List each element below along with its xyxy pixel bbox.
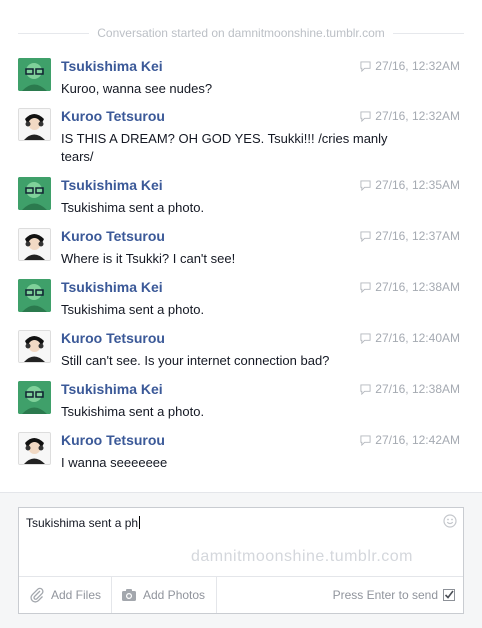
- divider: [392, 32, 465, 34]
- sender-name[interactable]: Kuroo Tetsurou: [61, 108, 165, 124]
- checkbox-icon[interactable]: [443, 589, 455, 601]
- message: Tsukishima Kei 27/16, 12:38AM Tsukishima…: [18, 381, 460, 429]
- sender-name[interactable]: Tsukishima Kei: [61, 177, 163, 193]
- composer-toolbar: Add Files Add Photos Press Enter to send: [19, 576, 463, 613]
- timestamp-text: 27/16, 12:38AM: [375, 382, 460, 396]
- timestamp-text: 27/16, 12:40AM: [375, 331, 460, 345]
- timestamp-text: 27/16, 12:38AM: [375, 280, 460, 294]
- message-text: Still can't see. Is your internet connec…: [61, 353, 330, 368]
- message-text: Tsukishima sent a photo.: [61, 404, 205, 419]
- timestamp-text: 27/16, 12:35AM: [375, 178, 460, 192]
- speech-bubble-icon: [360, 60, 371, 72]
- avatar-tsukishima[interactable]: [18, 279, 51, 312]
- speech-bubble-icon: [360, 332, 371, 344]
- speech-bubble-icon: [360, 110, 371, 122]
- timestamp: 27/16, 12:38AM: [360, 381, 460, 397]
- message-text: Where is it Tsukki? I can't see!: [61, 251, 236, 266]
- timestamp: 27/16, 12:35AM: [360, 177, 460, 193]
- message: Kuroo Tetsurou 27/16, 12:40AM Still can'…: [18, 330, 460, 378]
- message-input-value: Tsukishima sent a ph: [26, 516, 139, 530]
- timestamp-text: 27/16, 12:32AM: [375, 59, 460, 73]
- conversation-started-text: Conversation started on damnitmoonshine.…: [97, 26, 385, 40]
- speech-bubble-icon: [360, 281, 371, 293]
- composer-area: Tsukishima sent a ph damnitmoonshine.tum…: [0, 492, 482, 628]
- message-input[interactable]: Tsukishima sent a ph: [26, 516, 141, 530]
- message-text: Tsukishima sent a photo.: [61, 200, 205, 215]
- paperclip-icon: [30, 587, 44, 603]
- message-text: I wanna seeeeeee: [61, 455, 168, 470]
- avatar-kuroo[interactable]: [18, 432, 51, 465]
- avatar-kuroo[interactable]: [18, 330, 51, 363]
- smiley-icon[interactable]: [443, 514, 457, 528]
- timestamp-text: 27/16, 12:37AM: [375, 229, 460, 243]
- send-hint-label: Press Enter to send: [332, 588, 438, 602]
- conversation-header: Conversation started on damnitmoonshine.…: [18, 25, 465, 41]
- watermark-text: damnitmoonshine.tumblr.com: [191, 548, 413, 565]
- press-enter-to-send-toggle[interactable]: Press Enter to send: [333, 577, 455, 613]
- divider: [216, 577, 217, 613]
- speech-bubble-icon: [360, 383, 371, 395]
- speech-bubble-icon: [360, 179, 371, 191]
- divider: [18, 32, 90, 34]
- add-photos-button[interactable]: Add Photos: [121, 577, 205, 613]
- message: Kuroo Tetsurou 27/16, 12:42AM I wanna se…: [18, 432, 460, 480]
- divider: [111, 577, 112, 613]
- message: Kuroo Tetsurou 27/16, 12:32AM IS THIS A …: [18, 108, 460, 164]
- sender-name[interactable]: Kuroo Tetsurou: [61, 432, 165, 448]
- timestamp: 27/16, 12:38AM: [360, 279, 460, 295]
- sender-name[interactable]: Tsukishima Kei: [61, 279, 163, 295]
- timestamp: 27/16, 12:32AM: [360, 58, 460, 74]
- timestamp: 27/16, 12:40AM: [360, 330, 460, 346]
- text-caret: [139, 516, 141, 529]
- message: Tsukishima Kei 27/16, 12:35AM Tsukishima…: [18, 177, 460, 225]
- sender-name[interactable]: Tsukishima Kei: [61, 58, 163, 74]
- avatar-tsukishima[interactable]: [18, 177, 51, 210]
- timestamp-text: 27/16, 12:42AM: [375, 433, 460, 447]
- avatar-kuroo[interactable]: [18, 108, 51, 141]
- avatar-kuroo[interactable]: [18, 228, 51, 261]
- timestamp: 27/16, 12:37AM: [360, 228, 460, 244]
- message: Tsukishima Kei 27/16, 12:38AM Tsukishima…: [18, 279, 460, 327]
- timestamp: 27/16, 12:32AM: [360, 108, 460, 124]
- message-composer[interactable]: Tsukishima sent a ph damnitmoonshine.tum…: [18, 507, 464, 614]
- add-files-button[interactable]: Add Files: [29, 577, 101, 613]
- timestamp: 27/16, 12:42AM: [360, 432, 460, 448]
- sender-name[interactable]: Tsukishima Kei: [61, 381, 163, 397]
- speech-bubble-icon: [360, 230, 371, 242]
- sender-name[interactable]: Kuroo Tetsurou: [61, 228, 165, 244]
- sender-name[interactable]: Kuroo Tetsurou: [61, 330, 165, 346]
- speech-bubble-icon: [360, 434, 371, 446]
- timestamp-text: 27/16, 12:32AM: [375, 109, 460, 123]
- avatar-tsukishima[interactable]: [18, 58, 51, 91]
- camera-icon: [122, 589, 136, 601]
- message-text: Kuroo, wanna see nudes?: [61, 81, 213, 96]
- message-text: Tsukishima sent a photo.: [61, 302, 205, 317]
- message: Tsukishima Kei 27/16, 12:32AM Kuroo, wan…: [18, 58, 460, 106]
- message: Kuroo Tetsurou 27/16, 12:37AM Where is i…: [18, 228, 460, 276]
- message-text: IS THIS A DREAM? OH GOD YES. Tsukki!!! /…: [61, 131, 388, 164]
- add-files-label: Add Files: [51, 588, 102, 602]
- avatar-tsukishima[interactable]: [18, 381, 51, 414]
- add-photos-label: Add Photos: [143, 588, 206, 602]
